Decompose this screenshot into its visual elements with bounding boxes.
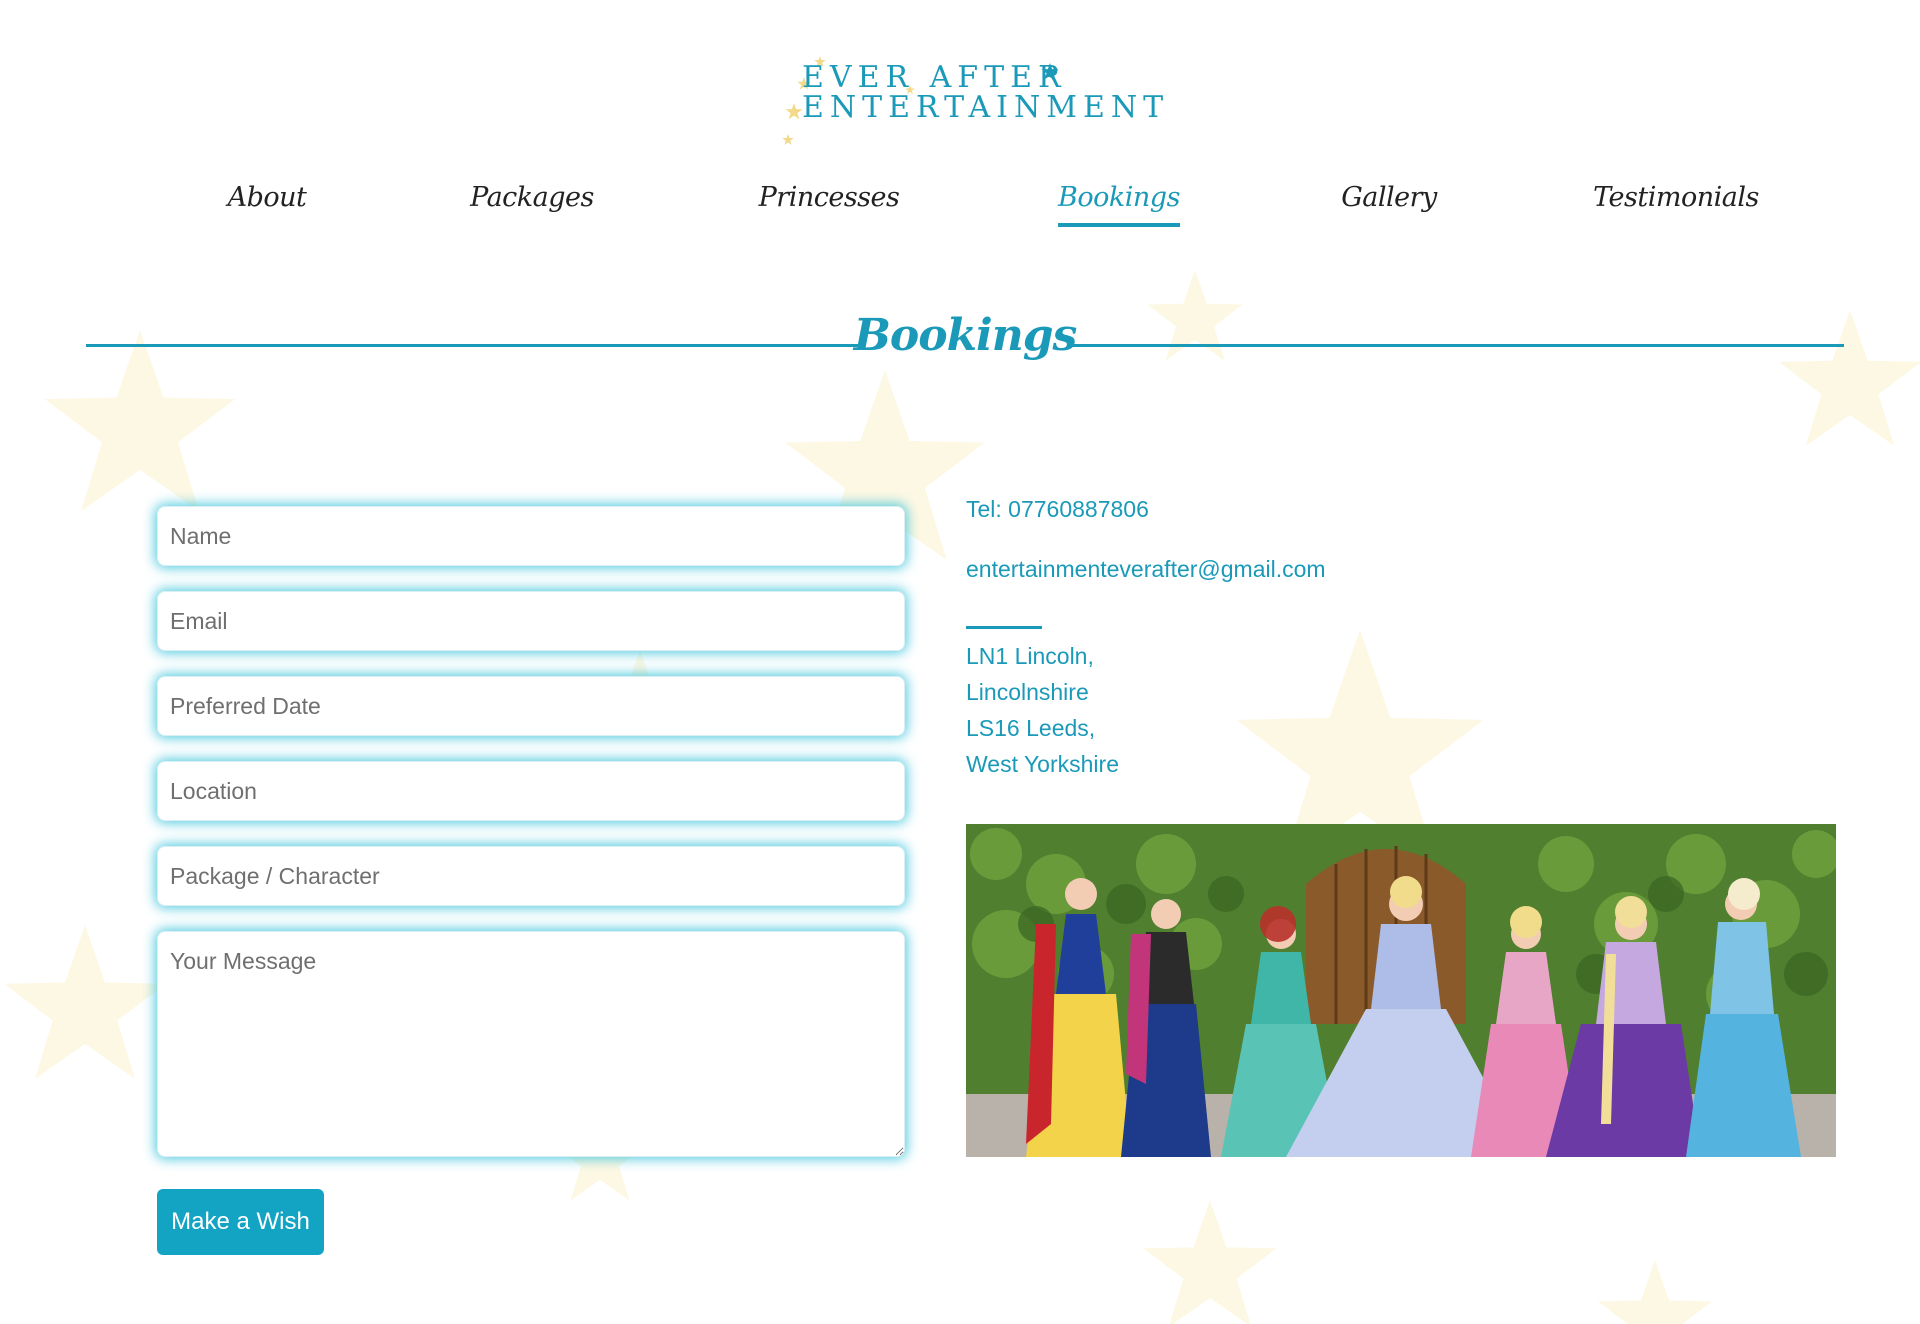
- location-field[interactable]: [157, 761, 905, 821]
- message-field[interactable]: [157, 931, 905, 1157]
- preferred-date-field[interactable]: [157, 676, 905, 736]
- email-field[interactable]: [157, 591, 905, 651]
- make-a-wish-button[interactable]: Make a Wish: [157, 1189, 324, 1255]
- phone-link[interactable]: Tel: 07760887806: [966, 496, 1149, 523]
- page-title: Bookings: [853, 310, 1078, 361]
- package-character-field[interactable]: [157, 846, 905, 906]
- nav-item-testimonials[interactable]: Testimonials: [1593, 182, 1759, 213]
- nav-item-princesses[interactable]: Princesses: [759, 182, 900, 213]
- brand-name-line2: ENTERTAINMENT: [802, 90, 1170, 125]
- booking-form: Make a Wish: [157, 506, 905, 1255]
- email-link[interactable]: entertainmenteverafter@gmail.com: [966, 556, 1326, 583]
- princesses-photo-image: [966, 824, 1836, 1157]
- heading-divider-left: [86, 344, 858, 347]
- section-heading: Bookings: [0, 310, 1920, 380]
- nav-item-gallery[interactable]: Gallery: [1341, 182, 1437, 213]
- nav-item-bookings[interactable]: Bookings: [1058, 182, 1180, 227]
- princesses-group-photo: [966, 824, 1836, 1157]
- address-line: Lincolnshire: [966, 679, 1089, 705]
- address-line: LN1 Lincoln,: [966, 643, 1094, 669]
- address-line: LS16 Leeds,: [966, 715, 1096, 741]
- contact-divider: [966, 626, 1042, 629]
- heading-divider-right: [1072, 344, 1844, 347]
- brand-logo[interactable]: EVER AFTER ENTERTAINMENT: [780, 50, 1163, 150]
- main-nav: About Packages Princesses Bookings Galle…: [0, 182, 1920, 242]
- name-field[interactable]: [157, 506, 905, 566]
- address-line: West Yorkshire: [966, 751, 1119, 777]
- nav-item-packages[interactable]: Packages: [470, 182, 594, 213]
- nav-item-about[interactable]: About: [228, 182, 307, 213]
- page: EVER AFTER ENTERTAINMENT About Packages …: [0, 0, 1920, 1324]
